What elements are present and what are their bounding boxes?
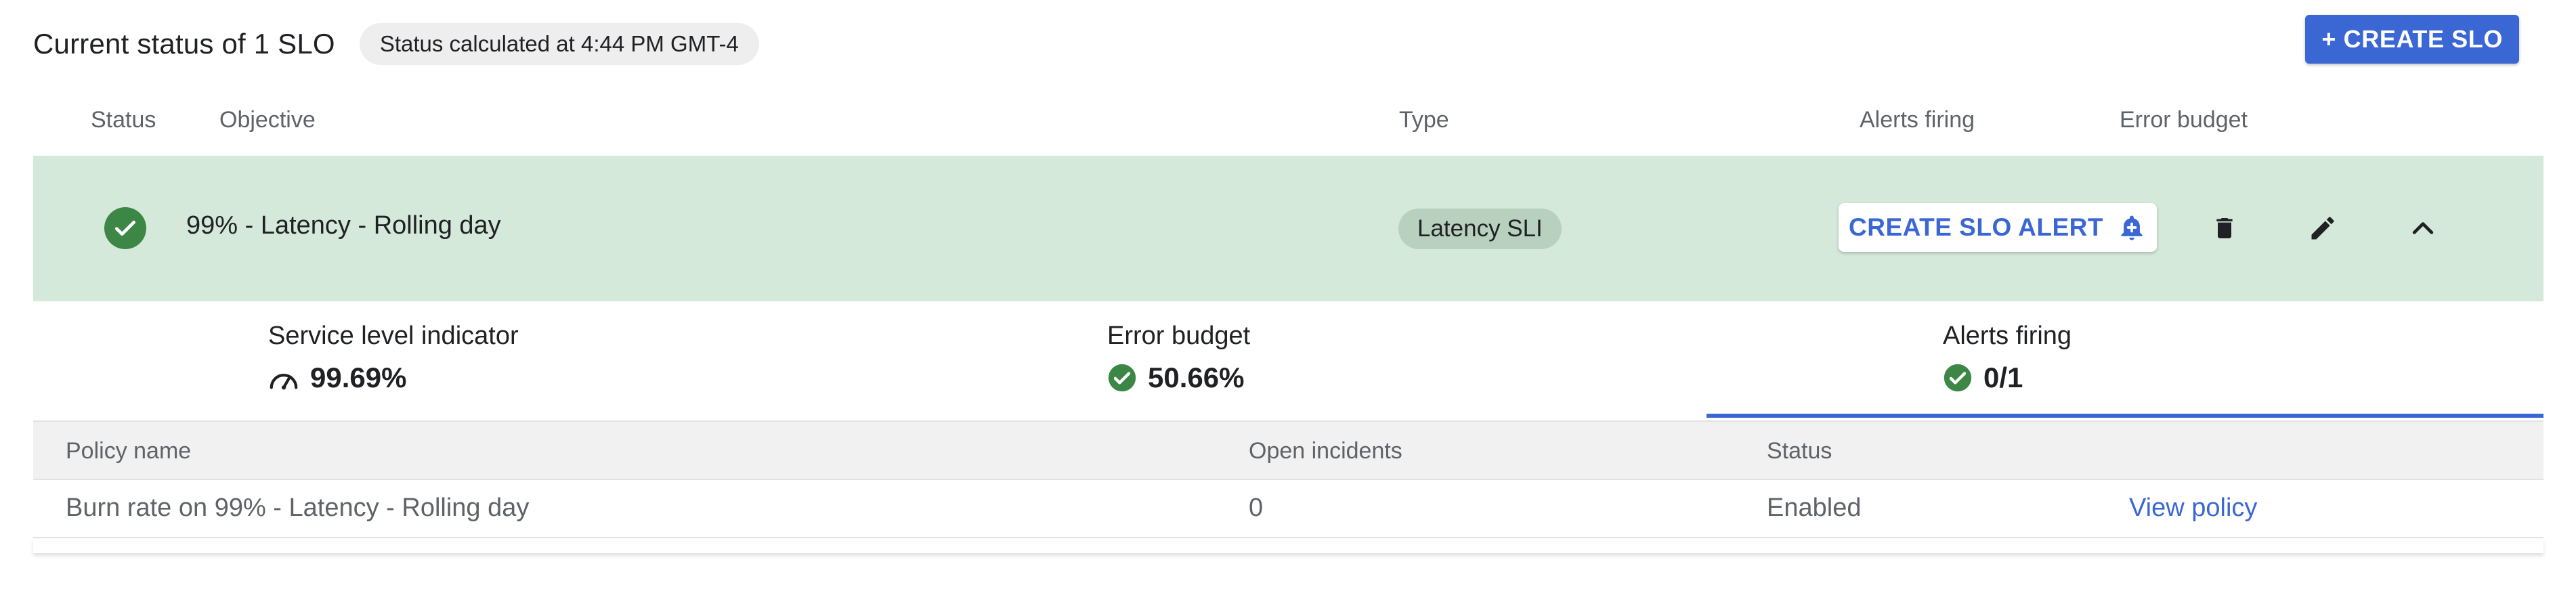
check-circle-icon bbox=[1943, 363, 1973, 393]
delete-icon[interactable] bbox=[2204, 207, 2246, 249]
check-circle-icon bbox=[1107, 363, 1137, 393]
selected-tab-indicator bbox=[1706, 414, 2543, 418]
card-bottom-edge bbox=[33, 538, 2543, 553]
view-policy-link[interactable]: View policy bbox=[2129, 494, 2257, 523]
policy-open-incidents: 0 bbox=[1249, 494, 1264, 522]
metric-alerts-label: Alerts firing bbox=[1943, 322, 2072, 350]
add-alert-bell-icon bbox=[2117, 213, 2147, 242]
policy-status: Enabled bbox=[1767, 494, 1862, 522]
metric-alerts-firing[interactable]: Alerts firing 0/1 bbox=[1943, 322, 2071, 394]
slo-row[interactable]: 99% - Latency - Rolling day Latency SLI … bbox=[33, 156, 2543, 301]
metric-sli-value: 99.69% bbox=[310, 362, 407, 393]
slo-type-chip: Latency SLI bbox=[1398, 209, 1562, 249]
policy-header-name: Policy name bbox=[66, 438, 192, 464]
policy-table-header: Policy name Open incidents Status bbox=[33, 420, 2543, 480]
column-header-alerts-firing: Alerts firing bbox=[1860, 107, 1975, 133]
column-header-objective: Objective bbox=[219, 107, 316, 133]
policy-header-open-incidents: Open incidents bbox=[1249, 438, 1402, 464]
policy-name: Burn rate on 99% - Latency - Rolling day bbox=[66, 494, 530, 522]
page-title: Current status of 1 SLO bbox=[33, 28, 335, 60]
slo-objective[interactable]: 99% - Latency - Rolling day bbox=[186, 211, 501, 240]
chevron-up-icon[interactable] bbox=[2402, 207, 2444, 249]
table-row: Burn rate on 99% - Latency - Rolling day… bbox=[33, 480, 2543, 538]
metric-error-budget-label: Error budget bbox=[1107, 322, 1251, 350]
edit-icon[interactable] bbox=[2302, 207, 2344, 249]
create-slo-button[interactable]: + CREATE SLO bbox=[2305, 15, 2519, 64]
metric-sli-label: Service level indicator bbox=[268, 322, 519, 350]
policy-header-status: Status bbox=[1767, 438, 1832, 464]
status-calculated-chip: Status calculated at 4:44 PM GMT-4 bbox=[359, 23, 759, 65]
slo-status-panel: Current status of 1 SLO Status calculate… bbox=[0, 0, 2576, 608]
metric-error-budget-value: 50.66% bbox=[1148, 362, 1245, 393]
column-header-status: Status bbox=[91, 107, 156, 133]
slo-metrics: Service level indicator 99.69% Error bud… bbox=[33, 301, 2543, 420]
header: Current status of 1 SLO Status calculate… bbox=[33, 20, 759, 68]
create-slo-alert-button[interactable]: CREATE SLO ALERT bbox=[1839, 203, 2157, 252]
metric-error-budget[interactable]: Error budget 50.66% bbox=[1107, 322, 1250, 394]
metric-sli[interactable]: Service level indicator 99.69% bbox=[268, 322, 519, 394]
check-circle-icon bbox=[104, 207, 146, 249]
column-header-type: Type bbox=[1399, 107, 1449, 133]
gauge-icon bbox=[268, 364, 299, 391]
create-slo-alert-label: CREATE SLO ALERT bbox=[1849, 213, 2103, 241]
metric-alerts-value: 0/1 bbox=[1983, 362, 2023, 393]
column-header-error-budget: Error budget bbox=[2120, 107, 2248, 133]
